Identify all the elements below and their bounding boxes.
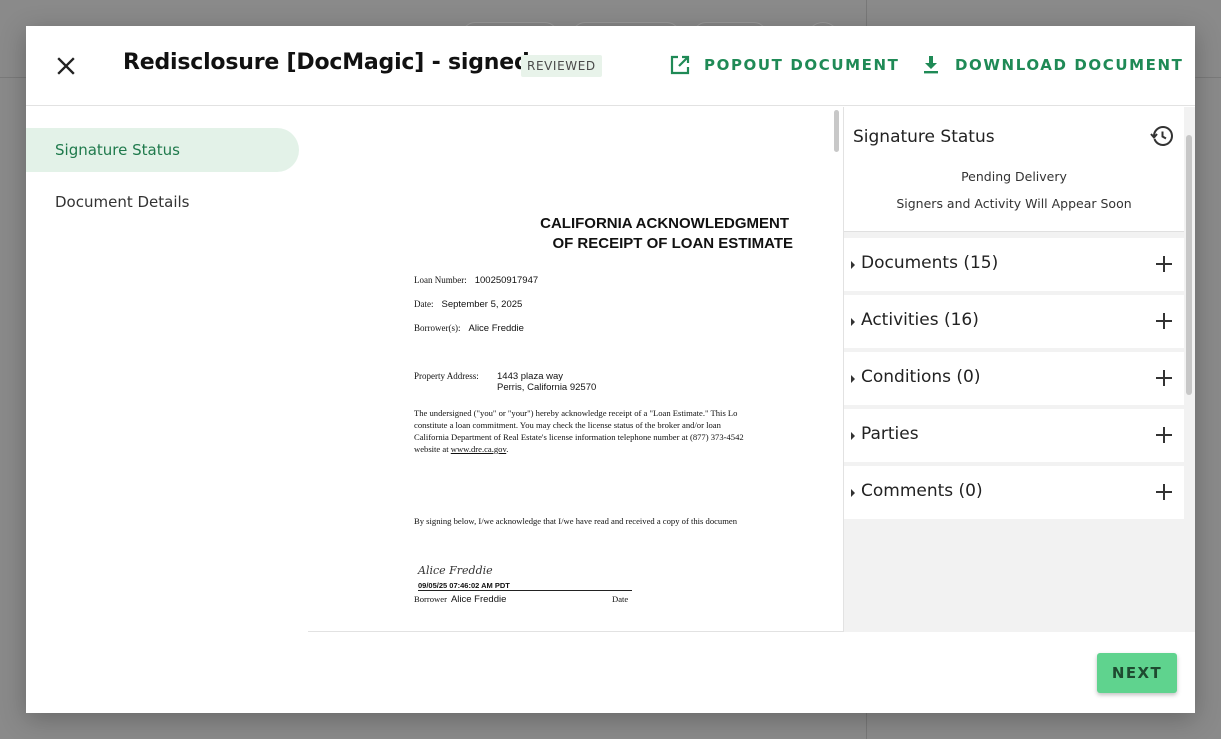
borrower-name: Alice Freddie [450, 594, 507, 605]
panel-scrollbar[interactable] [1186, 135, 1192, 395]
accordion-parties[interactable]: Parties [844, 409, 1184, 462]
paragraph-text: . [506, 444, 509, 454]
loan-number-value: 100250917947 [474, 275, 539, 286]
modal-title: Redisclosure [DocMagic] - signed [123, 50, 530, 75]
date-label: Date: [414, 299, 434, 309]
accordion-conditions[interactable]: Conditions (0) [844, 352, 1184, 405]
date-value: September 5, 2025 [441, 299, 523, 310]
status-pending-delivery: Pending Delivery [961, 169, 1067, 184]
dre-website-link[interactable]: www.dre.ca.gov [451, 444, 506, 454]
date-field: Date: September 5, 2025 [414, 299, 522, 310]
document-modal: Redisclosure [DocMagic] - signed REVIEWE… [26, 26, 1195, 713]
plus-icon[interactable] [1154, 482, 1174, 502]
plus-icon[interactable] [1154, 425, 1174, 445]
loan-number-label: Loan Number: [414, 275, 467, 285]
document-viewer[interactable]: CALIFORNIA ACKNOWLEDGMENT OF RECEIPT OF … [308, 107, 843, 632]
document-title-line2: OF RECEIPT OF LOAN ESTIMATE [552, 235, 793, 252]
accordion-label: Activities (16) [861, 310, 979, 330]
property-address-line2: Perris, California 92570 [497, 382, 597, 393]
paragraph-line: The undersigned ("you" or "your") hereby… [414, 408, 738, 418]
signature-date-label: Date [612, 594, 629, 604]
plus-icon[interactable] [1154, 254, 1174, 274]
next-button[interactable]: NEXT [1097, 653, 1177, 693]
paragraph-line: website at www.dre.ca.gov. [414, 443, 799, 455]
property-address-value: 1443 plaza way Perris, California 92570 [497, 371, 596, 393]
loan-number-field: Loan Number: 100250917947 [414, 275, 538, 286]
left-nav: Signature Status Document Details [26, 107, 308, 632]
plus-icon[interactable] [1154, 368, 1174, 388]
close-button[interactable] [52, 52, 80, 80]
accordion-comments[interactable]: Comments (0) [844, 466, 1184, 519]
reviewed-badge: REVIEWED [521, 55, 602, 77]
paragraph-line: California Department of Real Estate's l… [414, 432, 744, 442]
nav-item-document-details[interactable]: Document Details [26, 180, 299, 224]
accordion-label: Parties [861, 424, 919, 444]
borrowers-field: Borrower(s): Alice Freddie [414, 323, 524, 334]
caret-right-icon [851, 375, 855, 383]
popout-document-label: POPOUT DOCUMENT [704, 56, 900, 74]
signing-paragraph: By signing below, I/we acknowledge that … [414, 516, 738, 526]
paragraph-text: website at [414, 444, 451, 454]
download-icon [924, 56, 938, 74]
caret-right-icon [851, 318, 855, 326]
status-signers-note: Signers and Activity Will Appear Soon [896, 196, 1132, 211]
accordion-activities[interactable]: Activities (16) [844, 295, 1184, 348]
acknowledgment-paragraph: The undersigned ("you" or "your") hereby… [414, 407, 799, 455]
signature-status-title: Signature Status [853, 127, 995, 147]
signature-timestamp: 09/05/25 07:46:02 AM PDT [418, 581, 510, 590]
caret-right-icon [851, 432, 855, 440]
caret-right-icon [851, 261, 855, 269]
borrower-signature: Alice Freddie [418, 564, 493, 577]
signature-line [418, 590, 632, 591]
nav-item-signature-status[interactable]: Signature Status [26, 128, 299, 172]
document-title: CALIFORNIA ACKNOWLEDGMENT OF RECEIPT OF … [414, 214, 799, 254]
plus-icon[interactable] [1154, 311, 1174, 331]
history-icon[interactable] [1150, 124, 1174, 148]
popout-document-button[interactable]: POPOUT DOCUMENT [668, 53, 899, 77]
modal-header: Redisclosure [DocMagic] - signed REVIEWE… [26, 26, 1195, 106]
property-address-label: Property Address: [414, 371, 479, 381]
accordion-label: Documents (15) [861, 253, 999, 273]
accordion-label: Conditions (0) [861, 367, 981, 387]
download-document-label: DOWNLOAD DOCUMENT [955, 56, 1184, 74]
paragraph-line: constitute a loan commitment. You may ch… [414, 420, 721, 430]
accordion-documents[interactable]: Documents (15) [844, 238, 1184, 291]
open-in-new-icon [670, 55, 690, 75]
document-page: CALIFORNIA ACKNOWLEDGMENT OF RECEIPT OF … [414, 107, 799, 631]
close-icon [57, 57, 75, 75]
accordion-label: Comments (0) [861, 481, 983, 501]
borrower-label: Borrower [414, 594, 447, 604]
signature-borrower: Borrower Alice Freddie [414, 594, 506, 605]
document-title-line1: CALIFORNIA ACKNOWLEDGMENT [540, 215, 789, 232]
signature-status-panel: Signature Status Pending Delivery Signer… [843, 107, 1195, 632]
signature-status-card: Signature Status Pending Delivery Signer… [844, 107, 1184, 232]
borrowers-label: Borrower(s): [414, 323, 461, 333]
caret-right-icon [851, 489, 855, 497]
property-address-line1: 1443 plaza way [497, 371, 564, 382]
document-scrollbar[interactable] [834, 110, 839, 152]
download-document-button[interactable]: DOWNLOAD DOCUMENT [919, 53, 1184, 77]
borrowers-value: Alice Freddie [468, 323, 524, 334]
